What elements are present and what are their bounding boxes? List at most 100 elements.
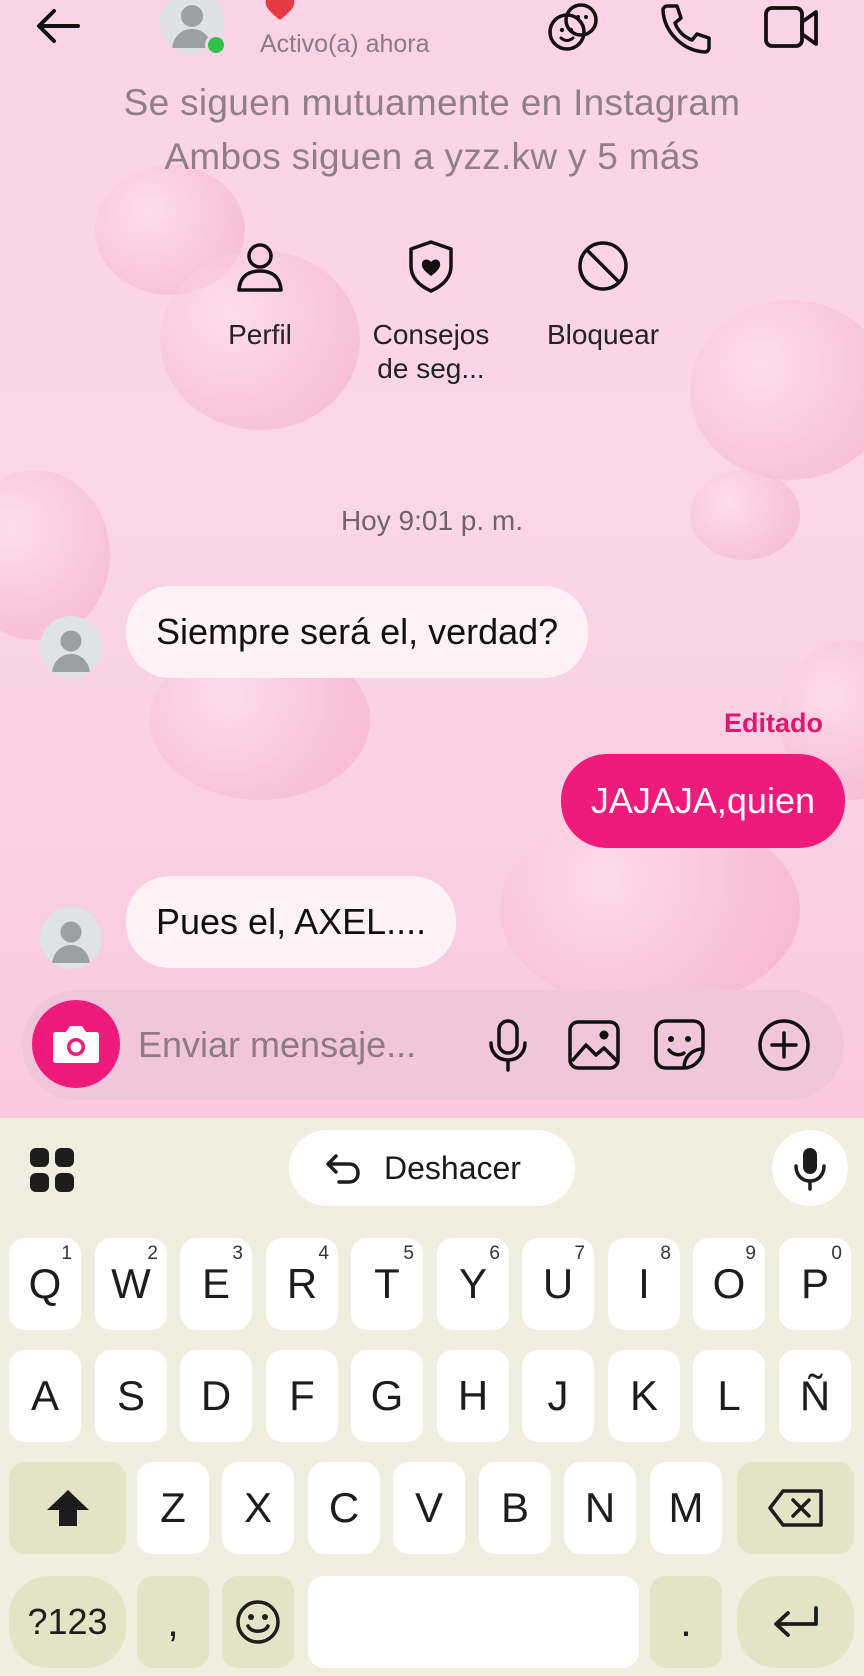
key-b[interactable]: B	[479, 1462, 551, 1554]
key-l[interactable]: L	[693, 1350, 765, 1442]
safety-tips-label: Consejos de seg...	[361, 318, 501, 386]
profile-action-label: Perfil	[228, 319, 292, 350]
enter-icon	[774, 1606, 818, 1637]
camera-button[interactable]	[32, 1000, 120, 1088]
key-i[interactable]: I8	[608, 1238, 680, 1330]
safety-tips-action[interactable]: Consejos de seg...	[361, 238, 501, 386]
message-input[interactable]: Enviar mensaje...	[138, 990, 416, 1100]
key-label: T	[374, 1260, 400, 1307]
key-j[interactable]: J	[522, 1350, 594, 1442]
message-bubble-incoming[interactable]: Pues el, AXEL....	[126, 876, 457, 968]
message-composer: Enviar mensaje...	[22, 990, 844, 1100]
gallery-icon[interactable]	[564, 1015, 624, 1075]
message-bubble-incoming[interactable]: Siempre será el, verdad?	[126, 586, 589, 678]
key-h[interactable]: H	[437, 1350, 509, 1442]
heart-icon	[265, 0, 295, 20]
key-k[interactable]: K	[608, 1350, 680, 1442]
contact-status: Activo(a) ahora	[260, 30, 430, 58]
add-circle-icon[interactable]	[754, 1015, 814, 1075]
space-key[interactable]	[308, 1576, 639, 1668]
sender-avatar[interactable]	[40, 616, 102, 678]
microphone-icon[interactable]	[478, 1015, 538, 1075]
edited-label: Editado	[724, 708, 823, 738]
key-u[interactable]: U7	[522, 1238, 594, 1330]
emoji-icon	[236, 1600, 280, 1644]
online-indicator	[205, 34, 227, 56]
undo-label: Deshacer	[384, 1150, 521, 1186]
apps-grid-icon[interactable]	[28, 1146, 76, 1194]
block-icon	[578, 241, 628, 291]
key-m[interactable]: M	[650, 1462, 722, 1554]
camera-icon	[53, 1026, 99, 1063]
key-hint: 3	[232, 1243, 243, 1264]
key-t[interactable]: T5	[351, 1238, 423, 1330]
comma-key[interactable]: ,	[137, 1576, 209, 1668]
keyboard: Deshacer Q1 W2 E3 R4 T5 Y6 U7 I8 O9 P0 A…	[0, 1118, 864, 1676]
key-label: R	[286, 1260, 318, 1307]
person-icon	[237, 243, 283, 292]
key-x[interactable]: X	[222, 1462, 294, 1554]
key-g[interactable]: G	[351, 1350, 423, 1442]
key-r[interactable]: R4	[266, 1238, 338, 1330]
chat-header: Activo(a) ahora	[0, 0, 864, 70]
safety-tips-label-line1: Consejos	[372, 319, 490, 350]
backspace-icon	[768, 1489, 823, 1527]
key-c[interactable]: C	[308, 1462, 380, 1554]
sender-avatar[interactable]	[40, 907, 102, 969]
message-bubble-outgoing[interactable]: JAJAJA,quien	[560, 754, 845, 848]
block-action-label: Bloquear	[546, 319, 660, 350]
key-label: Y	[458, 1260, 487, 1307]
key-label: E	[201, 1260, 230, 1307]
key-y[interactable]: Y6	[437, 1238, 509, 1330]
key-w[interactable]: W2	[95, 1238, 167, 1330]
voice-input-button[interactable]	[772, 1130, 848, 1206]
background-heart-decoration	[690, 300, 864, 480]
key-o[interactable]: O9	[693, 1238, 765, 1330]
key-hint: 4	[318, 1243, 329, 1264]
key-hint: 5	[403, 1243, 414, 1264]
sticker-icon[interactable]	[650, 1015, 710, 1075]
shield-heart-icon	[409, 240, 453, 293]
symbols-key[interactable]: ?123	[9, 1576, 126, 1668]
key-z[interactable]: Z	[137, 1462, 209, 1554]
key-label: U	[542, 1260, 574, 1307]
key-d[interactable]: D	[180, 1350, 252, 1442]
shift-key[interactable]	[9, 1462, 126, 1554]
enter-key[interactable]	[737, 1576, 854, 1668]
key-e[interactable]: E3	[180, 1238, 252, 1330]
key-a[interactable]: A	[9, 1350, 81, 1442]
back-arrow-icon[interactable]	[30, 2, 90, 52]
undo-button[interactable]: Deshacer	[289, 1130, 575, 1206]
key-hint: 0	[831, 1243, 842, 1264]
period-key[interactable]: .	[650, 1576, 722, 1668]
key-p[interactable]: P0	[779, 1238, 851, 1330]
emoji-key[interactable]	[222, 1576, 294, 1668]
key-v[interactable]: V	[393, 1462, 465, 1554]
key-n[interactable]: N	[564, 1462, 636, 1554]
undo-icon	[326, 1154, 360, 1184]
video-call-icon[interactable]	[762, 0, 822, 56]
phone-icon[interactable]	[655, 0, 715, 56]
key-hint: 6	[489, 1243, 500, 1264]
conversation-timestamp: Hoy 9:01 p. m.	[340, 505, 524, 536]
profile-action[interactable]: Perfil	[190, 238, 330, 352]
key-hint: 7	[574, 1243, 585, 1264]
microphone-icon	[794, 1148, 826, 1191]
avatar-placeholder-icon	[52, 630, 90, 672]
key-label: I	[638, 1260, 650, 1307]
key-label: O	[712, 1260, 746, 1307]
block-action[interactable]: Bloquear	[533, 238, 673, 352]
avatar-placeholder-icon	[52, 921, 90, 963]
key-n-tilde[interactable]: Ñ	[779, 1350, 851, 1442]
chat-screen: Activo(a) ahora Se siguen mutuamente en …	[0, 0, 864, 1118]
mutual-followers-text: Ambos siguen a yzz.kw y 5 más	[164, 136, 700, 177]
key-q[interactable]: Q1	[9, 1238, 81, 1330]
background-heart-decoration	[0, 470, 110, 640]
key-label: Q	[28, 1260, 62, 1307]
key-s[interactable]: S	[95, 1350, 167, 1442]
key-hint: 9	[745, 1243, 756, 1264]
key-label: P	[800, 1260, 829, 1307]
key-f[interactable]: F	[266, 1350, 338, 1442]
effects-icon[interactable]	[545, 0, 605, 56]
backspace-key[interactable]	[737, 1462, 854, 1554]
